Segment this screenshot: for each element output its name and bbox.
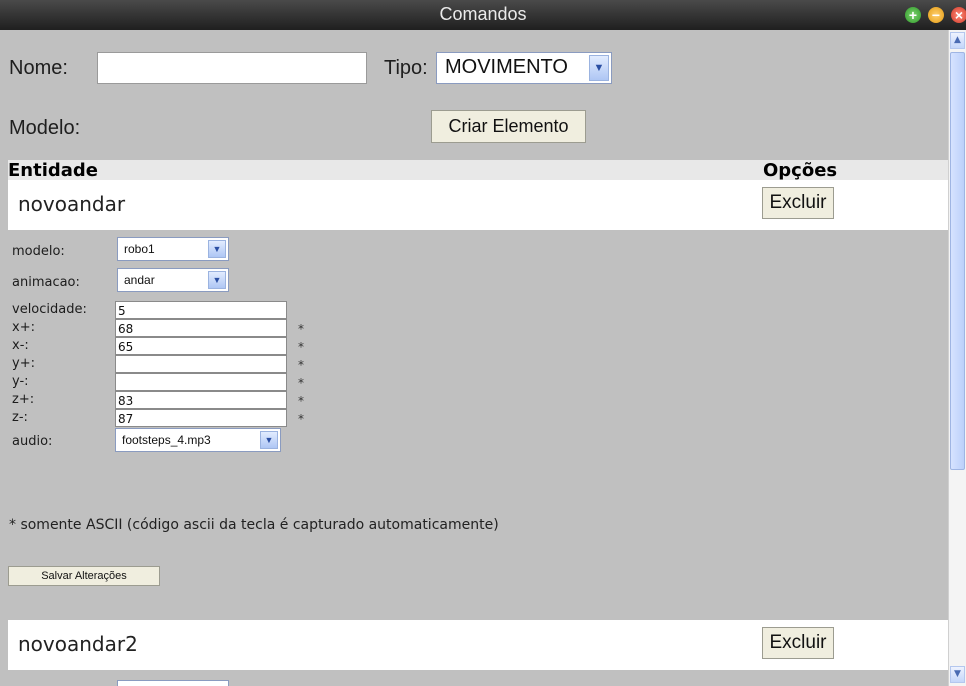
velocidade-field-label: velocidade: bbox=[12, 302, 87, 317]
audio-field-value: footsteps_4.mp3 bbox=[122, 433, 211, 447]
yplus-field-label: y+: bbox=[12, 356, 35, 371]
tipo-select[interactable]: MOVIMENTO ▼ bbox=[436, 52, 612, 84]
yplus-input[interactable] bbox=[115, 355, 287, 373]
minimize-icon[interactable]: − bbox=[928, 7, 944, 23]
xminus-field-label: x-: bbox=[12, 338, 29, 353]
ascii-star: * bbox=[298, 358, 304, 372]
excluir-button[interactable]: Excluir bbox=[762, 627, 834, 659]
ascii-note: * somente ASCII (código ascii da tecla é… bbox=[9, 517, 499, 533]
ascii-star: * bbox=[298, 394, 304, 408]
chevron-down-icon[interactable]: ▼ bbox=[208, 240, 226, 258]
tipo-select-value: MOVIMENTO bbox=[445, 56, 568, 78]
entity-row: novoandar2 Excluir bbox=[8, 620, 948, 670]
zplus-input[interactable] bbox=[115, 391, 287, 409]
velocidade-input[interactable] bbox=[115, 301, 287, 319]
modelo-field-value: robo1 bbox=[124, 242, 155, 256]
zplus-field-label: z+: bbox=[12, 392, 35, 407]
entity-name: novoandar2 bbox=[18, 632, 138, 656]
window-title: Comandos bbox=[439, 4, 527, 24]
yminus-input[interactable] bbox=[115, 373, 287, 391]
ascii-star: * bbox=[298, 322, 304, 336]
vertical-scrollbar[interactable]: ▲ ▼ bbox=[948, 30, 966, 686]
animacao-field-label: animacao: bbox=[12, 275, 80, 290]
xminus-input[interactable] bbox=[115, 337, 287, 355]
ascii-star: * bbox=[298, 412, 304, 426]
xplus-field-label: x+: bbox=[12, 320, 35, 335]
zminus-field-label: z-: bbox=[12, 410, 28, 425]
chevron-down-icon[interactable]: ▼ bbox=[208, 271, 226, 289]
entity-row: novoandar Excluir bbox=[8, 180, 948, 230]
modelo-field-select[interactable] bbox=[117, 680, 229, 686]
arrow-up-icon[interactable]: ▲ bbox=[950, 32, 965, 49]
window-titlebar: Comandos + − × bbox=[0, 0, 966, 30]
salvar-alteracoes-button[interactable]: Salvar Alterações bbox=[8, 566, 160, 586]
nome-input[interactable] bbox=[97, 52, 367, 84]
animacao-field-select[interactable]: andar ▼ bbox=[117, 268, 229, 292]
audio-field-label: audio: bbox=[12, 434, 53, 449]
zminus-input[interactable] bbox=[115, 409, 287, 427]
close-icon[interactable]: × bbox=[951, 7, 966, 23]
ascii-star: * bbox=[298, 376, 304, 390]
entity-name: novoandar bbox=[18, 192, 126, 216]
criar-elemento-button[interactable]: Criar Elemento bbox=[431, 110, 586, 143]
excluir-button[interactable]: Excluir bbox=[762, 187, 834, 219]
tipo-label: Tipo: bbox=[384, 57, 428, 79]
chevron-down-icon[interactable]: ▼ bbox=[260, 431, 278, 449]
header-entidade: Entidade bbox=[8, 160, 99, 181]
nome-label: Nome: bbox=[9, 57, 68, 79]
commands-panel: Nome: Tipo: MOVIMENTO ▼ Modelo: Criar El… bbox=[0, 30, 948, 686]
ascii-star: * bbox=[298, 340, 304, 354]
table-header: Entidade Opções bbox=[8, 160, 948, 181]
maximize-icon[interactable]: + bbox=[905, 7, 921, 23]
chevron-down-icon[interactable]: ▼ bbox=[589, 55, 609, 81]
xplus-input[interactable] bbox=[115, 319, 287, 337]
modelo-field-select[interactable]: robo1 ▼ bbox=[117, 237, 229, 261]
yminus-field-label: y-: bbox=[12, 374, 29, 389]
modelo-label: Modelo: bbox=[9, 117, 81, 139]
audio-field-select[interactable]: footsteps_4.mp3 ▼ bbox=[115, 428, 281, 452]
arrow-down-icon[interactable]: ▼ bbox=[950, 666, 965, 683]
scrollbar-thumb[interactable] bbox=[950, 52, 965, 470]
animacao-field-value: andar bbox=[124, 273, 155, 287]
modelo-field-label: modelo: bbox=[12, 244, 65, 259]
header-opcoes: Opções bbox=[763, 160, 838, 181]
